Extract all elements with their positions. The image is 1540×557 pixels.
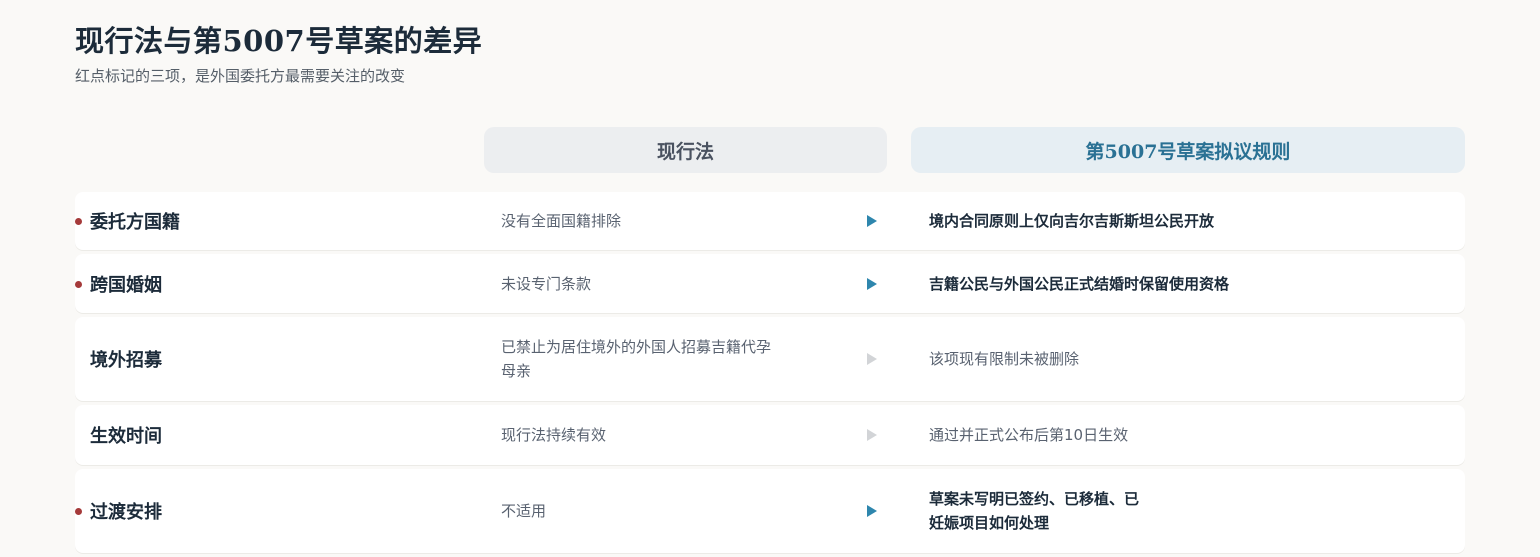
table-row: 跨国婚姻 未设专门条款 吉籍公民与外国公民正式结婚时保留使用资格: [75, 254, 1465, 313]
arrow-right-icon: [867, 277, 877, 290]
current-law-cell: 未设专门条款: [501, 274, 592, 293]
current-law-cell: 已禁止为居住境外的外国人招募吉籍代孕母亲: [501, 338, 772, 380]
column-header-current-law: 现行法: [484, 127, 887, 173]
current-law-cell: 没有全面国籍排除: [501, 212, 622, 230]
row-label: 委托方国籍: [90, 212, 180, 233]
row-label: 过渡安排: [90, 502, 162, 523]
draft-rule-cell: 吉籍公民与外国公民正式结婚时保留使用资格: [929, 274, 1230, 293]
row-label: 跨国婚姻: [90, 274, 162, 296]
current-law-cell: 不适用: [501, 502, 547, 520]
arrow-right-icon: [867, 215, 877, 227]
table-row: 委托方国籍 没有全面国籍排除 境内合同原则上仅向吉尔吉斯斯坦公民开放: [75, 192, 1465, 250]
arrow-right-icon: [867, 353, 877, 365]
row-label: 生效时间: [90, 426, 162, 447]
red-dot-icon: [75, 280, 82, 288]
current-law-cell: 现行法持续有效: [501, 426, 607, 444]
red-dot-icon: [75, 218, 82, 225]
comparison-table: 委托方国籍 没有全面国籍排除 境内合同原则上仅向吉尔吉斯斯坦公民开放 跨国婚姻 …: [75, 192, 1465, 557]
arrow-right-icon: [867, 505, 877, 517]
page-title: 现行法与第5007号草案的差异: [75, 24, 483, 58]
draft-rule-cell: 该项现有限制未被删除: [929, 350, 1080, 368]
table-row: 过渡安排 不适用 草案未写明已签约、已移植、已妊娠项目如何处理: [75, 469, 1465, 553]
page-subtitle: 红点标记的三项，是外国委托方最需要关注的改变: [75, 67, 406, 85]
draft-rule-cell: 境内合同原则上仅向吉尔吉斯斯坦公民开放: [929, 212, 1215, 230]
draft-rule-cell: 通过并正式公布后第10日生效: [929, 426, 1129, 444]
table-row: 境外招募 已禁止为居住境外的外国人招募吉籍代孕母亲 该项现有限制未被删除: [75, 317, 1465, 401]
draft-rule-cell: 草案未写明已签约、已移植、已妊娠项目如何处理: [929, 490, 1140, 532]
arrow-right-icon: [867, 429, 877, 441]
column-header-draft-rule: 第5007号草案拟议规则: [911, 127, 1465, 173]
red-dot-icon: [75, 508, 82, 515]
table-row: 生效时间 现行法持续有效 通过并正式公布后第10日生效: [75, 405, 1465, 465]
row-label: 境外招募: [90, 350, 162, 371]
